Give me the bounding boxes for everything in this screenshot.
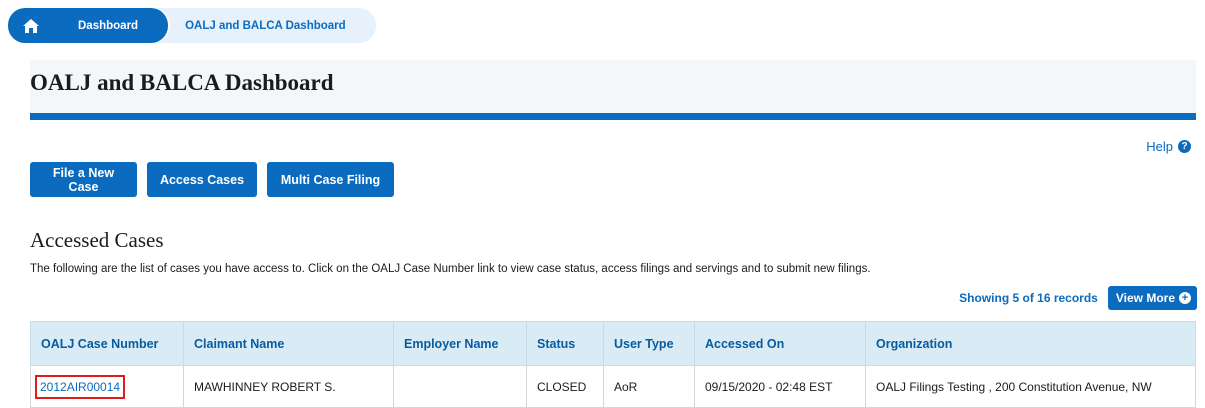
user-type-cell: AoR bbox=[603, 365, 695, 408]
breadcrumb-home[interactable] bbox=[8, 8, 64, 43]
case-number-cell: 2012AIR00014 bbox=[30, 365, 184, 408]
file-new-case-button[interactable]: File a New Case bbox=[30, 162, 137, 197]
title-divider bbox=[30, 113, 1196, 120]
status-cell: CLOSED bbox=[526, 365, 604, 408]
column-header-accessed-on[interactable]: Accessed On bbox=[694, 321, 866, 366]
view-more-label: View More bbox=[1115, 291, 1175, 305]
table-header-row: OALJ Case Number Claimant Name Employer … bbox=[30, 321, 1196, 366]
action-buttons: File a New Case Access Cases Multi Case … bbox=[30, 162, 394, 197]
records-summary: Showing 5 of 16 records View More + bbox=[959, 286, 1197, 310]
question-circle-icon: ? bbox=[1178, 140, 1191, 153]
employer-name-cell bbox=[393, 365, 527, 408]
access-cases-button[interactable]: Access Cases bbox=[147, 162, 257, 197]
table-row: 2012AIR00014 MAWHINNEY ROBERT S. CLOSED … bbox=[30, 365, 1196, 408]
records-count: Showing 5 of 16 records bbox=[959, 291, 1098, 305]
plus-circle-icon: + bbox=[1179, 292, 1191, 304]
breadcrumb: Dashboard OALJ and BALCA Dashboard bbox=[8, 8, 376, 43]
help-label: Help bbox=[1146, 139, 1173, 154]
breadcrumb-current: OALJ and BALCA Dashboard bbox=[151, 8, 376, 43]
view-more-button[interactable]: View More + bbox=[1107, 286, 1197, 310]
accessed-on-cell: 09/15/2020 - 02:48 EST bbox=[694, 365, 866, 408]
page-title: OALJ and BALCA Dashboard bbox=[30, 70, 334, 95]
case-number-link[interactable]: 2012AIR00014 bbox=[35, 374, 126, 399]
help-link[interactable]: Help ? bbox=[1146, 139, 1191, 154]
column-header-employer-name[interactable]: Employer Name bbox=[393, 321, 527, 366]
accessed-cases-title: Accessed Cases bbox=[30, 228, 164, 252]
column-header-status[interactable]: Status bbox=[526, 321, 604, 366]
accessed-cases-description: The following are the list of cases you … bbox=[30, 263, 871, 275]
column-header-claimant-name[interactable]: Claimant Name bbox=[183, 321, 394, 366]
multi-case-filing-button[interactable]: Multi Case Filing bbox=[267, 162, 394, 197]
column-header-user-type[interactable]: User Type bbox=[603, 321, 695, 366]
claimant-name-cell: MAWHINNEY ROBERT S. bbox=[183, 365, 394, 408]
home-icon bbox=[23, 18, 39, 33]
column-header-organization[interactable]: Organization bbox=[865, 321, 1196, 366]
breadcrumb-dashboard[interactable]: Dashboard bbox=[50, 8, 169, 43]
organization-cell: OALJ Filings Testing , 200 Constitution … bbox=[865, 365, 1196, 408]
accessed-cases-table: OALJ Case Number Claimant Name Employer … bbox=[30, 321, 1196, 408]
column-header-case-number[interactable]: OALJ Case Number bbox=[30, 321, 184, 366]
